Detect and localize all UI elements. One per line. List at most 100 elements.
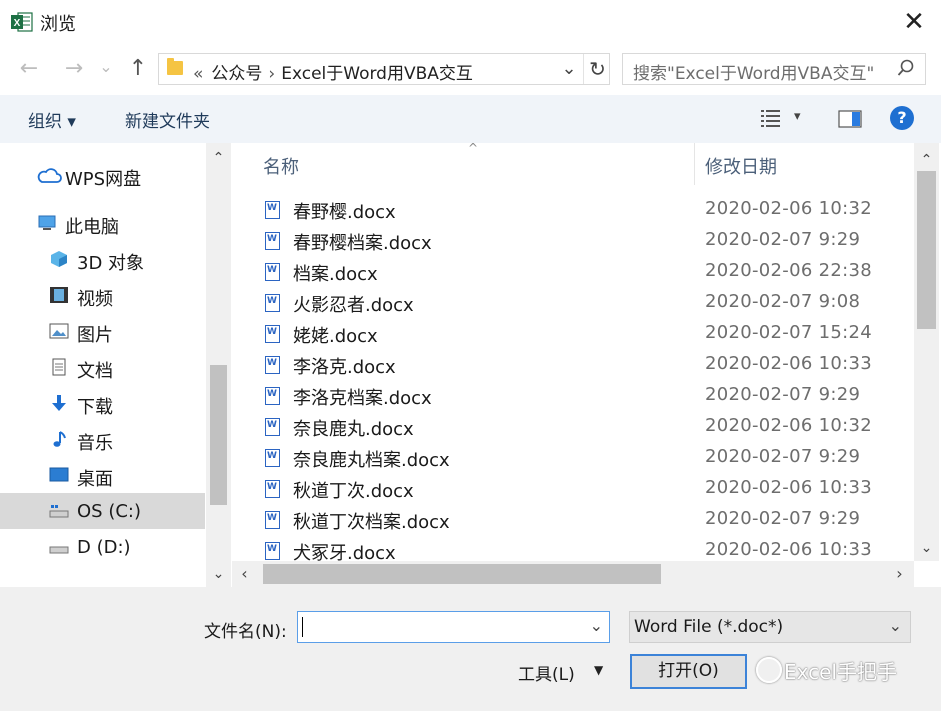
watermark: Excel手把手 [784, 660, 897, 684]
nav-pane-scrollbar[interactable]: ⌃ ⌄ [206, 143, 231, 587]
file-row[interactable]: 犬冢牙.docx 2020-02-06 10:33 [232, 535, 914, 561]
document-icon [52, 358, 66, 376]
command-toolbar: 组织 ▾ 新建文件夹 ▾ [0, 95, 941, 143]
file-modified-date: 2020-02-06 10:32 [705, 415, 873, 436]
sidebar-item-pictures[interactable]: 图片 [0, 313, 205, 349]
tools-dropdown-icon[interactable]: ▼ [594, 663, 603, 677]
word-document-icon [265, 449, 280, 467]
breadcrumb-item[interactable]: Excel于Word用VBA交互 [281, 64, 473, 84]
sidebar-item-music[interactable]: 音乐 [0, 421, 205, 457]
search-box[interactable]: 搜索"Excel于Word用VBA交互" [622, 53, 926, 85]
download-icon [52, 395, 66, 411]
wechat-icon [756, 657, 782, 683]
file-row[interactable]: 秋道丁次档案.docx 2020-02-07 9:29 [232, 504, 914, 535]
file-row[interactable]: 奈良鹿丸档案.docx 2020-02-07 9:29 [232, 442, 914, 473]
breadcrumb-overflow[interactable]: « [193, 64, 203, 84]
file-row[interactable]: 李洛克档案.docx 2020-02-07 9:29 [232, 380, 914, 411]
scroll-down-icon[interactable]: ⌄ [206, 563, 231, 585]
file-row[interactable]: 春野樱.docx 2020-02-06 10:32 [232, 194, 914, 225]
breadcrumb-item[interactable]: 公众号 [211, 64, 262, 84]
breadcrumb: « 公众号 › Excel于Word用VBA交互 [193, 59, 473, 84]
sidebar-item-downloads[interactable]: 下载 [0, 385, 205, 421]
recent-locations-icon[interactable]: ⌄ [94, 52, 118, 82]
open-button[interactable]: 打开(O) [630, 654, 747, 689]
scroll-right-icon[interactable]: › [887, 561, 912, 587]
breadcrumb-separator-icon[interactable]: › [268, 64, 275, 84]
organize-menu[interactable]: 组织 ▾ [28, 107, 76, 132]
search-input[interactable]: 搜索"Excel于Word用VBA交互" [633, 59, 874, 84]
file-row[interactable]: 姥姥.docx 2020-02-07 15:24 [232, 318, 914, 349]
forward-arrow-icon[interactable]: → [59, 54, 89, 84]
address-bar[interactable]: « 公众号 › Excel于Word用VBA交互 ⌄ ↻ [158, 53, 610, 85]
word-document-icon [265, 542, 280, 560]
scrollbar-thumb[interactable] [263, 564, 661, 584]
filename-input[interactable]: ⌄ [297, 611, 610, 643]
new-folder-button[interactable]: 新建文件夹 [125, 107, 210, 132]
column-header-modified[interactable]: 修改日期 [705, 153, 777, 179]
column-header-name[interactable]: 名称 [263, 153, 299, 179]
word-document-icon [265, 480, 280, 498]
file-row[interactable]: 李洛克.docx 2020-02-06 10:33 [232, 349, 914, 380]
picture-icon [49, 323, 69, 339]
sidebar-item-this-pc[interactable]: 此电脑 [0, 205, 205, 241]
drive-icon [49, 505, 69, 518]
file-modified-date: 2020-02-06 22:38 [705, 260, 873, 281]
file-list-vertical-scrollbar[interactable]: ⌃ ⌄ [914, 143, 939, 561]
svg-text:X: X [14, 18, 21, 29]
sort-ascending-icon: ^ [468, 143, 479, 155]
word-document-icon [265, 294, 280, 312]
text-caret [302, 617, 303, 637]
navigation-pane: WPS网盘 此电脑 3D 对象 视频 图片 文档 下载 音乐 桌面 OS (C:… [0, 143, 231, 587]
word-document-icon [265, 232, 280, 250]
desktop-icon [49, 467, 69, 482]
file-type-select[interactable]: Word File (*.doc*) ⌄ [629, 611, 911, 643]
computer-icon [38, 215, 56, 230]
file-name: 姥姥.docx [293, 326, 378, 347]
file-modified-date: 2020-02-06 10:33 [705, 539, 873, 560]
scrollbar-thumb[interactable] [210, 365, 227, 505]
scroll-down-icon[interactable]: ⌄ [914, 537, 939, 559]
filename-label: 文件名(N): [204, 622, 287, 642]
excel-icon: X [11, 12, 33, 32]
file-row[interactable]: 火影忍者.docx 2020-02-07 9:08 [232, 287, 914, 318]
scroll-up-icon[interactable]: ⌃ [206, 147, 231, 169]
file-modified-date: 2020-02-07 9:29 [705, 229, 861, 250]
film-icon [50, 287, 68, 303]
sidebar-item-documents[interactable]: 文档 [0, 349, 205, 385]
window-title: 浏览 [40, 14, 76, 35]
file-name: 奈良鹿丸.docx [293, 419, 414, 440]
view-dropdown-arrow-icon[interactable]: ▾ [794, 109, 801, 124]
tools-menu[interactable]: 工具(L) [518, 660, 575, 685]
help-icon[interactable]: ? [890, 106, 914, 130]
file-row[interactable]: 奈良鹿丸.docx 2020-02-06 10:32 [232, 411, 914, 442]
sidebar-item-videos[interactable]: 视频 [0, 277, 205, 313]
sidebar-item-wps-cloud[interactable]: WPS网盘 [0, 157, 205, 193]
scrollbar-thumb[interactable] [917, 171, 936, 329]
up-arrow-icon[interactable]: ↑ [123, 54, 153, 84]
sidebar-item-3d-objects[interactable]: 3D 对象 [0, 241, 205, 277]
sidebar-item-d-drive[interactable]: D (D:) [0, 529, 205, 565]
view-list-icon[interactable] [760, 108, 782, 128]
close-icon[interactable]: ✕ [895, 4, 933, 40]
chevron-down-icon[interactable]: ⌄ [889, 616, 902, 635]
chevron-down-icon[interactable]: ⌄ [557, 56, 581, 82]
sidebar-item-desktop[interactable]: 桌面 [0, 457, 205, 493]
file-modified-date: 2020-02-06 10:33 [705, 353, 873, 374]
scroll-left-icon[interactable]: ‹ [232, 561, 257, 587]
scroll-up-icon[interactable]: ⌃ [914, 149, 939, 171]
preview-pane-icon[interactable] [838, 110, 862, 128]
word-document-icon [265, 387, 280, 405]
back-arrow-icon[interactable]: ← [14, 54, 44, 84]
file-row[interactable]: 春野樱档案.docx 2020-02-07 9:29 [232, 225, 914, 256]
file-list-horizontal-scrollbar[interactable]: ‹ › [232, 561, 914, 587]
column-divider[interactable] [694, 143, 695, 185]
search-icon[interactable] [897, 58, 915, 80]
sidebar-item-os-c[interactable]: OS (C:) [0, 493, 205, 529]
file-row[interactable]: 档案.docx 2020-02-06 22:38 [232, 256, 914, 287]
chevron-down-icon[interactable]: ⌄ [590, 616, 603, 635]
file-name: 档案.docx [293, 264, 378, 285]
refresh-icon[interactable]: ↻ [583, 54, 611, 84]
sidebar-item-label: 3D 对象 [77, 253, 145, 274]
dialog-footer [0, 587, 941, 711]
file-row[interactable]: 秋道丁次.docx 2020-02-06 10:33 [232, 473, 914, 504]
